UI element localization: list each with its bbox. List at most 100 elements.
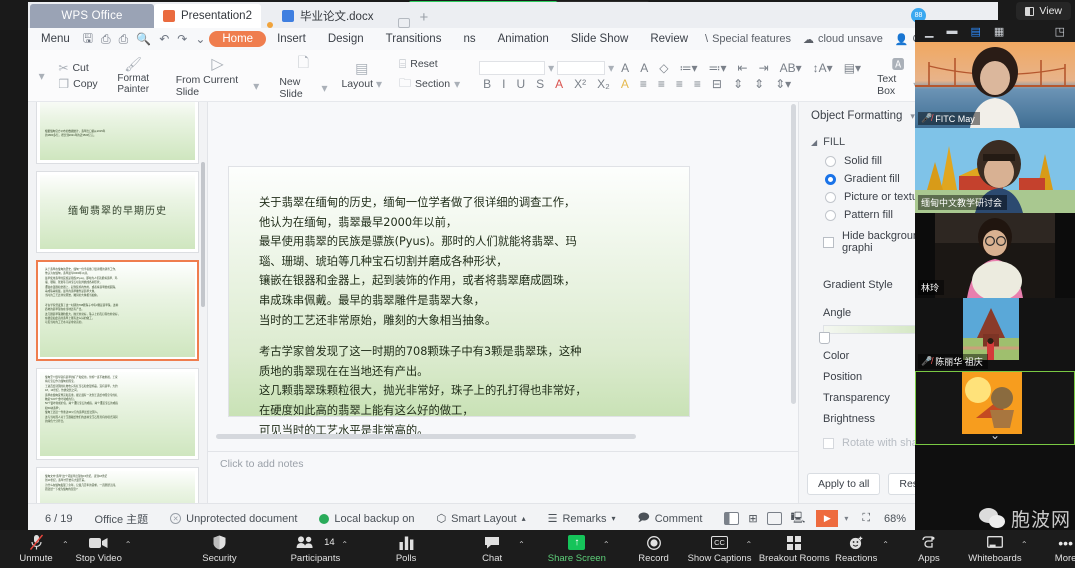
presenter-view-icon[interactable]: 🖳 bbox=[791, 509, 806, 528]
from-current-slide-button[interactable]: ▷ From Current Slide ▾ bbox=[176, 54, 260, 98]
pip-icon[interactable]: ◳ bbox=[1055, 25, 1065, 38]
distribute-button[interactable]: ⊟ bbox=[708, 77, 726, 91]
superscript-button[interactable]: X² bbox=[570, 77, 590, 91]
polls-button[interactable]: Polls bbox=[380, 534, 432, 564]
line-spacing-button[interactable]: ↕A▾ bbox=[809, 61, 837, 75]
slide-sorter-view-icon[interactable]: ⊞ bbox=[748, 512, 757, 525]
video-tile[interactable]: 🎤̸ FITC May bbox=[915, 42, 1075, 128]
reading-view-icon[interactable] bbox=[766, 512, 782, 525]
chat-options-icon[interactable]: ⌃ bbox=[518, 540, 529, 558]
tab-animation[interactable]: Animation bbox=[487, 32, 560, 46]
chevron-down-icon[interactable]: ▾ bbox=[321, 81, 327, 95]
new-tab-button[interactable]: + bbox=[410, 9, 437, 28]
slideshow-options-icon[interactable]: ▾ bbox=[838, 514, 854, 523]
start-slideshow-button[interactable]: ▶ bbox=[816, 510, 839, 527]
line-spacing-2-button[interactable]: ⇕ bbox=[729, 77, 747, 91]
reactions-options-icon[interactable]: ⌃ bbox=[882, 540, 893, 558]
columns-button[interactable]: ⇕▾ bbox=[771, 77, 795, 91]
chevron-down-icon[interactable]: ▾ bbox=[253, 79, 259, 93]
tab-slide-show[interactable]: Slide Show bbox=[560, 32, 640, 46]
reactions-button[interactable]: Reactions bbox=[830, 534, 882, 564]
current-slide[interactable]: 关于翡翠在缅甸的历史，缅甸一位学者做了很详细的调查工作， 他认为在缅甸，翡翠最早… bbox=[228, 166, 690, 437]
clear-formatting-button[interactable]: ◇ bbox=[655, 61, 672, 75]
text-box-button[interactable]: 🅰 Text Box ▾ bbox=[877, 54, 919, 97]
list-item[interactable]: 缅甸至少很早就有翡翠的矿产和使用，但却一直不被重视，王家 将红宝石作为缅甸的国宝… bbox=[36, 368, 199, 460]
text-direction-button[interactable]: AB▾ bbox=[776, 61, 806, 75]
split-view-icon[interactable]: ▤ bbox=[970, 25, 980, 38]
cloud-status[interactable]: ☁ cloud unsave bbox=[797, 33, 889, 46]
list-item[interactable]: 缅甸文中"翡翠"这个词最早出现在15世纪，直到18世纪 到19世纪，翡翠才开始有… bbox=[36, 467, 199, 503]
highlight-button[interactable]: A bbox=[617, 77, 633, 91]
font-color-button[interactable]: A bbox=[551, 77, 567, 91]
list-item-selected[interactable]: 关于翡翠在缅甸的历史，缅甸一位学者做了很详细的调查工作， 他认为在缅甸，翡翠最早… bbox=[36, 260, 199, 361]
panel-scrollbar[interactable] bbox=[201, 162, 205, 307]
paste-dropdown-icon[interactable]: ▾ bbox=[39, 69, 45, 83]
tab-review[interactable]: Review bbox=[639, 32, 699, 46]
security-button[interactable]: Security bbox=[193, 534, 245, 564]
decrease-indent-button[interactable]: ⇤ bbox=[734, 61, 752, 75]
subscript-button[interactable]: X₂ bbox=[593, 77, 614, 91]
breakout-rooms-button[interactable]: Breakout Rooms bbox=[759, 534, 830, 564]
smart-layout-button[interactable]: ⬡ Smart Layout ▴ bbox=[426, 512, 537, 526]
new-slide-button[interactable]: 🗋 New Slide ▾ bbox=[279, 52, 327, 100]
save-icon[interactable]: 🖫 bbox=[83, 31, 93, 46]
stage-vertical-scrollbar[interactable] bbox=[791, 104, 796, 404]
redo-icon[interactable]: ↷ bbox=[177, 32, 187, 46]
mic-options-icon[interactable]: ⌃ bbox=[62, 540, 73, 558]
tab-list-icon[interactable] bbox=[398, 18, 411, 28]
slide-thumbnail-list[interactable]: 根据缅甸官方公布的数据统计，翡翠出口额从2015年 的1800多亿，增长到202… bbox=[28, 102, 207, 503]
increase-indent-button[interactable]: ⇥ bbox=[755, 61, 773, 75]
notes-pane[interactable]: Click to add notes bbox=[208, 451, 798, 503]
participants-options-icon[interactable]: ⌃ bbox=[341, 540, 352, 558]
align-text-button[interactable]: ▤▾ bbox=[840, 61, 865, 75]
strikethrough-button[interactable]: S bbox=[532, 77, 548, 91]
section-button[interactable]: 🗀 Section ▾ bbox=[394, 73, 465, 96]
gallery-view-icon[interactable]: ▦ bbox=[994, 25, 1004, 38]
tab-transitions[interactable]: Transitions bbox=[375, 32, 453, 46]
scroll-down-icon[interactable]: ⌄ bbox=[916, 428, 1074, 442]
stop-video-button[interactable]: Stop Video bbox=[73, 534, 125, 564]
justify-button[interactable]: ≡ bbox=[690, 77, 705, 91]
video-options-icon[interactable]: ⌃ bbox=[125, 540, 136, 558]
tab-ns[interactable]: ns bbox=[452, 32, 486, 46]
numbered-list-button[interactable]: ≕▾ bbox=[704, 61, 730, 75]
align-left-button[interactable]: ≡ bbox=[636, 77, 651, 91]
video-tile[interactable]: 缅甸中文教学研讨会 bbox=[915, 128, 1075, 213]
bold-button[interactable]: B bbox=[479, 77, 495, 91]
apply-to-all-button[interactable]: Apply to all bbox=[807, 473, 881, 495]
backup-status[interactable]: Local backup on bbox=[308, 513, 425, 525]
video-tile-active-speaker[interactable]: ⌄ bbox=[915, 371, 1075, 445]
tab-home[interactable]: Home bbox=[209, 31, 267, 47]
font-size-input[interactable] bbox=[557, 60, 606, 75]
format-painter-button[interactable]: 🖌 Format Painter bbox=[113, 56, 154, 95]
doc-tab-presentation2[interactable]: Presentation2 bbox=[154, 4, 261, 28]
share-screen-button[interactable]: ↑ Share Screen bbox=[548, 534, 606, 564]
view-layout-button[interactable]: View bbox=[1016, 2, 1071, 20]
italic-button[interactable]: I bbox=[498, 77, 509, 91]
slide-editor-stage[interactable]: 关于翡翠在缅甸的历史，缅甸一位学者做了很详细的调查工作， 他认为在缅甸，翡翠最早… bbox=[208, 102, 798, 503]
apps-button[interactable]: Apps bbox=[903, 534, 955, 564]
show-captions-button[interactable]: CC Show Captions bbox=[688, 534, 751, 564]
record-button[interactable]: Record bbox=[628, 534, 680, 564]
more-button[interactable]: ••• More bbox=[1040, 534, 1075, 565]
comment-button[interactable]: 🗩 Comment bbox=[627, 509, 714, 528]
font-family-input[interactable] bbox=[479, 60, 546, 75]
normal-view-icon[interactable] bbox=[724, 512, 740, 525]
single-view-icon[interactable]: ▬ bbox=[946, 25, 957, 37]
minimize-icon[interactable]: ▁ bbox=[925, 25, 933, 38]
video-tile[interactable]: 林玲 bbox=[915, 213, 1075, 298]
cut-button[interactable]: ✂ Cut bbox=[53, 60, 102, 76]
unmute-button[interactable]: Unmute bbox=[10, 534, 62, 564]
print-icon[interactable]: ⎙ bbox=[119, 32, 129, 46]
chevron-down-icon[interactable]: ▾ bbox=[608, 61, 614, 75]
layout-button[interactable]: ▤ Layout ▾ bbox=[341, 60, 382, 91]
shrink-font-button[interactable]: A bbox=[636, 61, 652, 75]
stage-horizontal-scrollbar[interactable] bbox=[216, 434, 636, 439]
customize-toolbar-icon[interactable]: ⌄ bbox=[195, 32, 205, 46]
doc-tab-thesis[interactable]: 毕业论文.docx bbox=[273, 4, 383, 28]
theme-indicator[interactable]: Office 主题 bbox=[84, 511, 160, 527]
reset-button[interactable]: ⌸ Reset bbox=[394, 56, 465, 73]
list-item[interactable]: 根据缅甸官方公布的数据统计，翡翠出口额从2015年 的1800多亿，增长到202… bbox=[36, 102, 199, 164]
protection-status[interactable]: ✕ Unprotected document bbox=[159, 513, 308, 525]
undo-icon[interactable]: ↶ bbox=[159, 32, 169, 46]
